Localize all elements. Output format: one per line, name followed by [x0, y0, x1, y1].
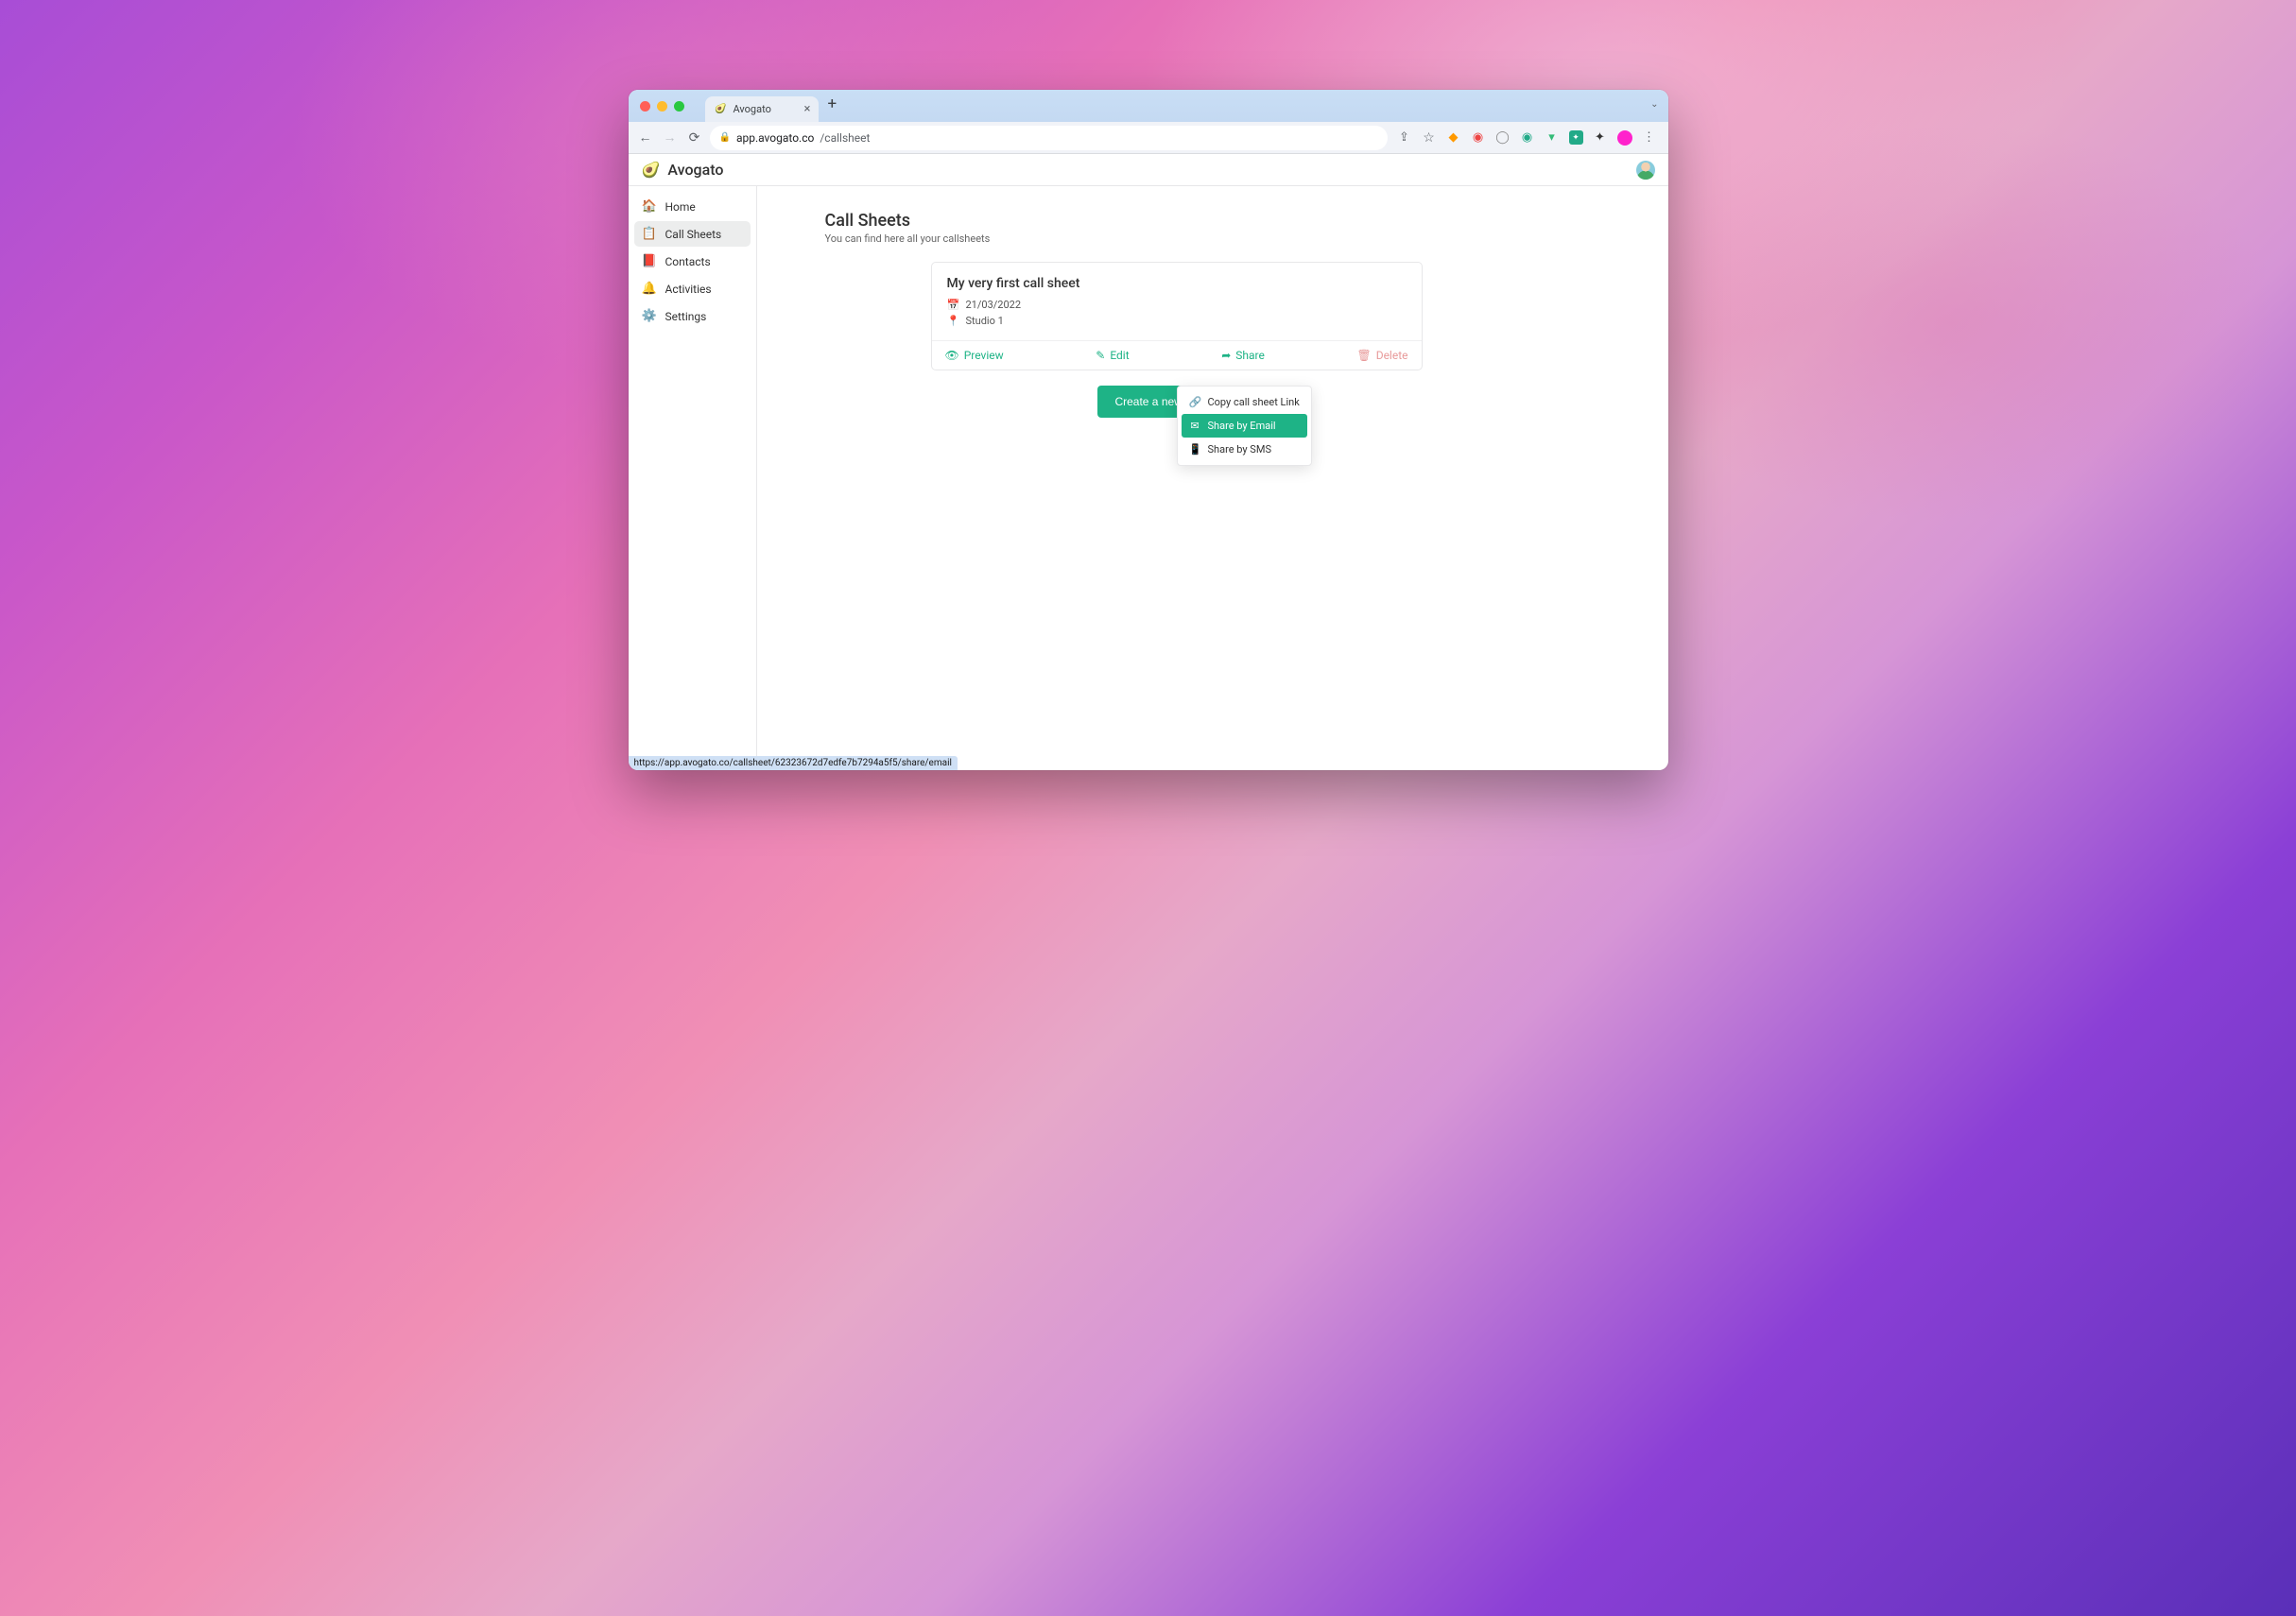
callsheet-date-row: 📅 21/03/2022 [947, 299, 1407, 311]
extensions-menu-icon[interactable]: ✦ [1593, 130, 1608, 146]
browser-menu-icon[interactable]: ⋮ [1642, 130, 1657, 146]
forward-button[interactable]: → [661, 129, 680, 146]
gear-icon: ⚙️ [642, 309, 657, 323]
link-icon: 🔗 [1189, 396, 1201, 408]
sidebar-item-settings[interactable]: ⚙️ Settings [634, 303, 751, 329]
edit-button[interactable]: ✎ Edit [1096, 349, 1129, 362]
extension-icon[interactable]: ◆ [1446, 130, 1461, 146]
share-icon: ➦ [1221, 349, 1231, 362]
sidebar-item-label: Call Sheets [665, 228, 722, 241]
browser-window: 🥑 Avogato × + ⌄ ← → ⟳ 🔒 app.avogato.co/c… [629, 90, 1668, 770]
lock-icon: 🔒 [719, 132, 731, 143]
maximize-window-button[interactable] [674, 101, 684, 112]
callsheets-icon: 📋 [642, 227, 657, 241]
browser-toolbar: ← → ⟳ 🔒 app.avogato.co/callsheet ⇪ ☆ ◆ ◉… [629, 122, 1668, 154]
home-icon: 🏠 [642, 199, 657, 214]
new-tab-button[interactable]: + [828, 95, 837, 117]
extension-icon[interactable]: ◯ [1495, 130, 1511, 146]
callsheet-card: My very first call sheet 📅 21/03/2022 📍 … [931, 262, 1423, 370]
extension-icon[interactable]: ▾ [1545, 130, 1560, 146]
app-header: 🥑 Avogato [629, 154, 1668, 186]
pencil-icon: ✎ [1096, 349, 1105, 362]
main-content: Call Sheets You can find here all your c… [757, 186, 1668, 770]
share-button[interactable]: ➦ Share [1221, 349, 1265, 362]
brand[interactable]: 🥑 Avogato [642, 161, 724, 179]
url-path: /callsheet [820, 131, 870, 145]
callsheet-title: My very first call sheet [947, 276, 1407, 291]
sidebar-item-contacts[interactable]: 📕 Contacts [634, 249, 751, 274]
tab-favicon: 🥑 [715, 103, 728, 116]
browser-actions: ⇪ ☆ ◆ ◉ ◯ ◉ ▾ ✦ ✦ ⋮ [1393, 130, 1661, 146]
minimize-window-button[interactable] [657, 101, 667, 112]
window-controls [638, 90, 690, 122]
close-window-button[interactable] [640, 101, 650, 112]
bell-icon: 🔔 [642, 282, 657, 296]
tab-close-icon[interactable]: × [804, 102, 811, 116]
browser-tab-bar: 🥑 Avogato × + ⌄ [629, 90, 1668, 122]
page-subtitle: You can find here all your callsheets [825, 232, 1600, 245]
sidebar-item-label: Settings [665, 310, 707, 323]
share-page-icon[interactable]: ⇪ [1397, 130, 1412, 146]
sidebar-item-home[interactable]: 🏠 Home [634, 194, 751, 219]
sidebar-item-activities[interactable]: 🔔 Activities [634, 276, 751, 301]
app-root: 🥑 Avogato 🏠 Home 📋 Call Sheets 📕 Contact… [629, 154, 1668, 770]
sidebar-item-callsheets[interactable]: 📋 Call Sheets [634, 221, 751, 247]
profile-avatar-icon[interactable] [1617, 130, 1632, 146]
share-by-sms[interactable]: 📱 Share by SMS [1182, 438, 1307, 461]
back-button[interactable]: ← [636, 129, 655, 146]
extension-icon[interactable]: ◉ [1520, 130, 1535, 146]
callsheet-actions: 👁 Preview ✎ Edit ➦ Share [932, 340, 1422, 370]
calendar-icon: 📅 [947, 299, 958, 311]
preview-button[interactable]: 👁 Preview [945, 349, 1004, 362]
brand-logo-icon: 🥑 [642, 161, 661, 179]
eye-icon: 👁 [945, 349, 959, 362]
browser-tab[interactable]: 🥑 Avogato × [705, 96, 819, 122]
brand-name: Avogato [667, 161, 723, 179]
sidebar-item-label: Contacts [665, 255, 711, 268]
phone-icon: 📱 [1189, 443, 1201, 456]
app-body: 🏠 Home 📋 Call Sheets 📕 Contacts 🔔 Activi… [629, 186, 1668, 770]
share-copy-link[interactable]: 🔗 Copy call sheet Link [1182, 390, 1307, 414]
delete-button[interactable]: 🗑 Delete [1356, 349, 1407, 362]
extension-icon[interactable]: ◉ [1471, 130, 1486, 146]
callsheet-date: 21/03/2022 [966, 299, 1022, 311]
tabs-overflow-icon[interactable]: ⌄ [1650, 99, 1658, 110]
url-host: app.avogato.co [736, 131, 814, 145]
sidebar-item-label: Activities [665, 283, 712, 296]
reload-button[interactable]: ⟳ [685, 130, 704, 146]
tab-title: Avogato [734, 103, 771, 115]
pin-icon: 📍 [947, 315, 958, 327]
user-avatar[interactable] [1636, 161, 1655, 180]
callsheet-location-row: 📍 Studio 1 [947, 315, 1407, 327]
page-title: Call Sheets [825, 211, 1600, 231]
callsheet-location: Studio 1 [966, 315, 1004, 327]
extension-icon[interactable]: ✦ [1569, 130, 1583, 145]
trash-icon: 🗑 [1356, 349, 1371, 362]
mail-icon: ✉ [1189, 420, 1201, 432]
share-dropdown: 🔗 Copy call sheet Link ✉ Share by Email … [1177, 386, 1312, 466]
bookmark-icon[interactable]: ☆ [1422, 130, 1437, 146]
sidebar-item-label: Home [665, 200, 696, 214]
contacts-icon: 📕 [642, 254, 657, 268]
browser-status-bar: https://app.avogato.co/callsheet/6232367… [629, 756, 958, 770]
sidebar: 🏠 Home 📋 Call Sheets 📕 Contacts 🔔 Activi… [629, 186, 757, 770]
address-bar[interactable]: 🔒 app.avogato.co/callsheet [710, 126, 1388, 150]
share-by-email[interactable]: ✉ Share by Email [1182, 414, 1307, 438]
